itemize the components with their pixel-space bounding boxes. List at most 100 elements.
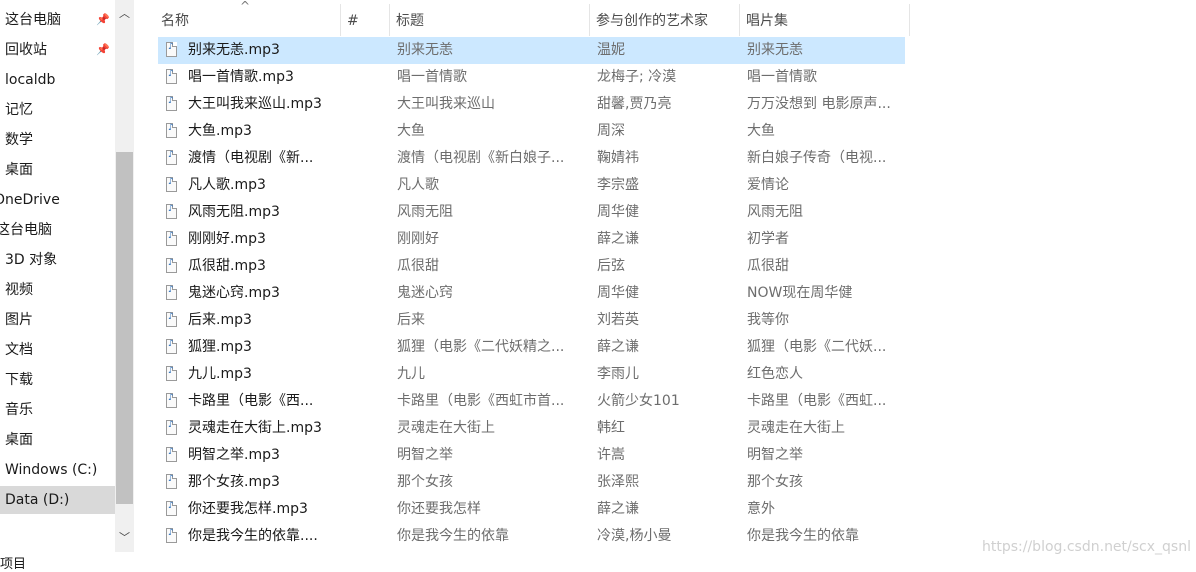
file-title: 你是我今生的依靠	[397, 528, 509, 544]
file-name: 你是我今生的依靠....	[188, 528, 318, 544]
file-title: 九儿	[397, 366, 425, 382]
file-artist: 周华健	[597, 204, 639, 220]
file-title: 灵魂走在大街上	[397, 420, 495, 436]
file-artist: 刘若英	[597, 312, 639, 328]
column-number[interactable]: #	[341, 4, 390, 36]
file-artist: 周深	[597, 123, 625, 139]
file-row[interactable]: 灵魂走在大街上.mp3 灵魂走在大街上 韩红 灵魂走在大街上	[158, 415, 905, 442]
file-row[interactable]: 渡情（电视剧《新... 渡情（电视剧《新白娘子... 鞠婧祎 新白娘子传奇（电视...	[158, 145, 905, 172]
file-name: 大鱼.mp3	[188, 123, 252, 139]
mp3-file-icon	[166, 118, 177, 138]
file-row[interactable]: 风雨无阻.mp3 风雨无阻 周华健 风雨无阻	[158, 199, 905, 226]
file-row[interactable]: 明智之举.mp3 明智之举 许嵩 明智之举	[158, 442, 905, 469]
nav-item-label: Data (D:)	[5, 492, 70, 508]
file-title: 你还要我怎样	[397, 501, 481, 517]
mp3-file-icon	[166, 415, 177, 435]
file-artist: 龙梅子; 冷漠	[597, 69, 677, 85]
file-album: 卡路里（电影《西虹...	[747, 393, 887, 409]
nav-item-label: 桌面	[5, 162, 33, 178]
file-title: 刚刚好	[397, 231, 439, 247]
column-name-label: 名称	[161, 13, 189, 29]
file-album: 万万没想到 电影原声...	[747, 96, 891, 112]
mp3-file-icon	[166, 523, 177, 543]
mp3-file-icon	[166, 37, 177, 57]
mp3-file-icon	[166, 199, 177, 219]
nav-item-label: 文档	[5, 342, 33, 358]
file-title: 凡人歌	[397, 177, 439, 193]
nav-item[interactable]: Data (D:)	[0, 486, 115, 514]
file-title: 明智之举	[397, 447, 453, 463]
file-artist: 鞠婧祎	[597, 150, 639, 166]
nav-item-label: Windows (C:)	[5, 462, 98, 478]
file-album: 初学者	[747, 231, 789, 247]
file-album: 新白娘子传奇（电视...	[747, 150, 887, 166]
scrollbar-thumb[interactable]	[116, 152, 133, 504]
file-album: 别来无恙	[747, 42, 803, 58]
nav-item-label: 这台电脑	[5, 12, 61, 28]
file-row[interactable]: 唱一首情歌.mp3 唱一首情歌 龙梅子; 冷漠 唱一首情歌	[158, 64, 905, 91]
file-name: 风雨无阻.mp3	[188, 204, 280, 220]
nav-item-label: localdb	[5, 72, 56, 88]
column-artist[interactable]: 参与创作的艺术家	[590, 4, 740, 36]
nav-scrollbar[interactable]: ︿ ﹀	[115, 0, 134, 552]
file-artist: 韩红	[597, 420, 625, 436]
nav-item-label: 桌面	[5, 432, 33, 448]
column-title[interactable]: 标题	[390, 4, 590, 36]
mp3-file-icon	[166, 496, 177, 516]
file-album: 红色恋人	[747, 366, 803, 382]
file-album: NOW现在周华健	[747, 285, 853, 301]
file-name: 狐狸.mp3	[188, 339, 252, 355]
column-album[interactable]: 唱片集	[740, 4, 910, 36]
file-row[interactable]: 瓜很甜.mp3 瓜很甜 后弦 瓜很甜	[158, 253, 905, 280]
column-header: 名称 ^ # 标题 参与创作的艺术家 唱片集	[155, 0, 911, 36]
chevron-down-icon[interactable]: ﹀	[115, 526, 134, 550]
column-number-label: #	[347, 13, 359, 29]
file-row[interactable]: 鬼迷心窍.mp3 鬼迷心窍 周华健 NOW现在周华健	[158, 280, 905, 307]
file-album: 风雨无阻	[747, 204, 803, 220]
file-name: 九儿.mp3	[188, 366, 252, 382]
mp3-file-icon	[166, 334, 177, 354]
file-album: 那个女孩	[747, 474, 803, 490]
column-album-label: 唱片集	[746, 13, 788, 29]
file-name: 鬼迷心窍.mp3	[188, 285, 280, 301]
file-row[interactable]: 狐狸.mp3 狐狸（电影《二代妖精之... 薛之谦 狐狸（电影《二代妖...	[158, 334, 905, 361]
file-artist: 薛之谦	[597, 339, 639, 355]
file-name: 你还要我怎样.mp3	[188, 501, 308, 517]
file-artist: 甜馨,贾乃亮	[597, 96, 672, 112]
nav-item-label: 回收站	[5, 42, 47, 58]
status-bar-text: 项目	[0, 557, 27, 572]
file-row[interactable]: 你还要我怎样.mp3 你还要我怎样 薛之谦 意外	[158, 496, 905, 523]
file-name: 别来无恙.mp3	[188, 42, 280, 58]
file-album: 灵魂走在大街上	[747, 420, 845, 436]
column-name[interactable]: 名称 ^	[155, 0, 341, 36]
file-title: 后来	[397, 312, 425, 328]
chevron-up-icon[interactable]: ︿	[115, 2, 134, 26]
mp3-file-icon	[166, 307, 177, 327]
file-row[interactable]: 后来.mp3 后来 刘若英 我等你	[158, 307, 905, 334]
file-row[interactable]: 卡路里（电影《西... 卡路里（电影《西虹市首... 火箭少女101 卡路里（电影《西…	[158, 388, 905, 415]
file-title: 狐狸（电影《二代妖精之...	[397, 339, 565, 355]
file-artist: 薛之谦	[597, 501, 639, 517]
file-title: 风雨无阻	[397, 204, 453, 220]
file-row[interactable]: 凡人歌.mp3 凡人歌 李宗盛 爱情论	[158, 172, 905, 199]
nav-item-label: 视频	[5, 282, 33, 298]
file-artist: 周华健	[597, 285, 639, 301]
file-title: 那个女孩	[397, 474, 453, 490]
file-row[interactable]: 那个女孩.mp3 那个女孩 张泽熙 那个女孩	[158, 469, 905, 496]
file-row[interactable]: 别来无恙.mp3 别来无恙 温妮 别来无恙	[158, 37, 905, 64]
file-album: 你是我今生的依靠	[747, 528, 859, 544]
file-artist: 许嵩	[597, 447, 625, 463]
file-row[interactable]: 大鱼.mp3 大鱼 周深 大鱼	[158, 118, 905, 145]
mp3-file-icon	[166, 91, 177, 111]
pin-icon: 📌	[96, 13, 110, 26]
file-row[interactable]: 大王叫我来巡山.mp3 大王叫我来巡山 甜馨,贾乃亮 万万没想到 电影原声...	[158, 91, 905, 118]
file-row[interactable]: 刚刚好.mp3 刚刚好 薛之谦 初学者	[158, 226, 905, 253]
file-name: 唱一首情歌.mp3	[188, 69, 294, 85]
file-artist: 薛之谦	[597, 231, 639, 247]
file-artist: 张泽熙	[597, 474, 639, 490]
navigation-pane: 这台电脑 📌 回收站 📌 localdb 记忆 数学 桌面 OneDrive 这台电脑 3D 对象视…	[0, 0, 115, 567]
file-album: 明智之举	[747, 447, 803, 463]
file-row[interactable]: 九儿.mp3 九儿 李雨儿 红色恋人	[158, 361, 905, 388]
file-album: 唱一首情歌	[747, 69, 817, 85]
file-row[interactable]: 你是我今生的依靠.... 你是我今生的依靠 冷漠,杨小曼 你是我今生的依靠	[158, 523, 905, 550]
